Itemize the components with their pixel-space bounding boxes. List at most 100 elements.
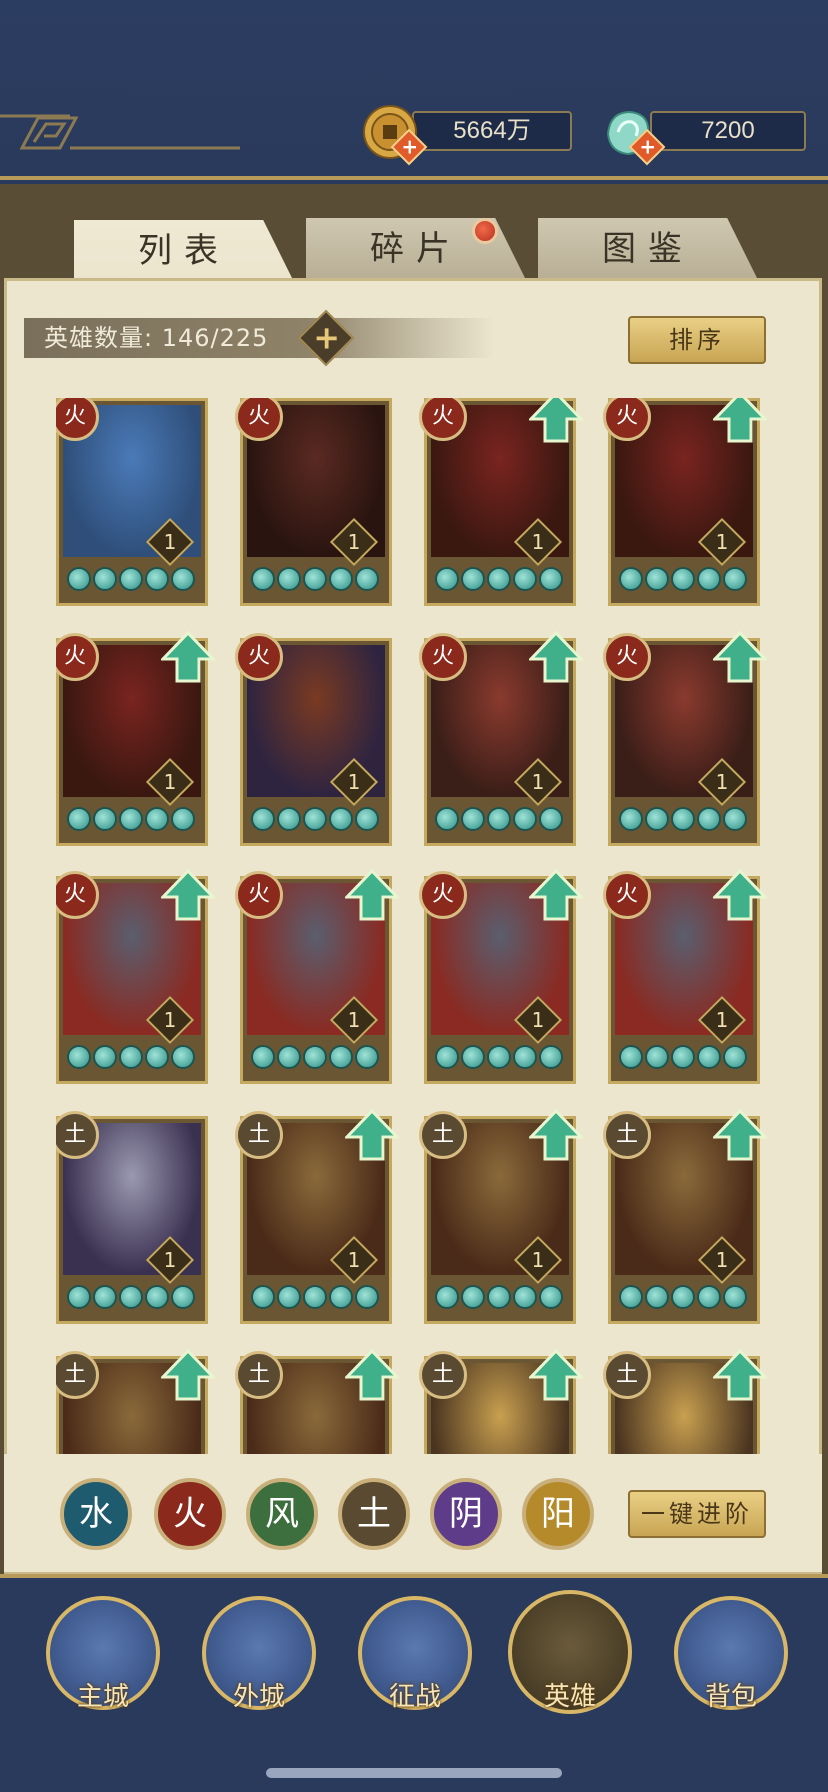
filter-wind-icon[interactable]: 风 xyxy=(246,1478,318,1550)
earth-element-icon: 土 xyxy=(419,1351,467,1399)
jade-star-icon xyxy=(723,567,747,591)
hero-card[interactable]: 1土 xyxy=(603,1108,767,1324)
star-rating xyxy=(67,807,195,837)
jade-star-icon xyxy=(303,807,327,831)
jade-star-icon xyxy=(723,807,747,831)
jade-currency: 7200 + xyxy=(600,108,806,166)
star-rating xyxy=(435,1045,563,1075)
jade-star-icon xyxy=(355,567,379,591)
star-rating xyxy=(251,807,379,837)
level-value: 1 xyxy=(715,530,729,554)
jade-star-icon xyxy=(645,567,669,591)
hero-card[interactable]: 1火 xyxy=(235,868,399,1084)
upgrade-arrow-icon xyxy=(345,868,399,921)
jade-star-icon xyxy=(251,1285,275,1309)
jade-star-icon xyxy=(329,567,353,591)
star-rating xyxy=(251,567,379,597)
jade-star-icon xyxy=(697,567,721,591)
jade-star-icon xyxy=(277,807,301,831)
upgrade-arrow-icon xyxy=(713,868,767,921)
hero-card[interactable]: 1火 xyxy=(235,633,392,846)
jade-star-icon xyxy=(303,567,327,591)
level-value: 1 xyxy=(531,530,545,554)
hero-card[interactable]: 土 xyxy=(235,1348,399,1454)
hero-card[interactable]: 1火 xyxy=(419,398,583,606)
notification-badge xyxy=(472,218,498,244)
jade-star-icon xyxy=(355,807,379,831)
filter-yang-icon[interactable]: 阳 xyxy=(522,1478,594,1550)
level-value: 1 xyxy=(347,530,361,554)
upgrade-arrow-icon xyxy=(529,630,583,683)
earth-element-icon: 土 xyxy=(235,1111,283,1159)
jade-star-icon xyxy=(119,807,143,831)
hero-card[interactable]: 1火 xyxy=(603,868,767,1084)
hero-card[interactable]: 1火 xyxy=(56,630,215,846)
star-rating xyxy=(251,1045,379,1075)
level-value: 1 xyxy=(531,770,545,794)
jade-star-icon xyxy=(671,567,695,591)
hero-card[interactable]: 1土 xyxy=(235,1108,399,1324)
star-rating xyxy=(251,1285,379,1315)
jade-star-icon xyxy=(513,1045,537,1069)
jade-star-icon xyxy=(671,1045,695,1069)
jade-star-icon xyxy=(461,807,485,831)
jade-star-icon xyxy=(513,567,537,591)
nav-label: 背包 xyxy=(704,1682,757,1712)
filter-earth-icon[interactable]: 土 xyxy=(338,1478,410,1550)
upgrade-arrow-icon xyxy=(529,1108,583,1161)
hero-card[interactable]: 1土 xyxy=(56,1111,208,1324)
jade-star-icon xyxy=(171,1045,195,1069)
tab-list[interactable]: 列表 xyxy=(74,220,294,282)
jade-star-icon xyxy=(67,807,91,831)
fire-element-icon: 火 xyxy=(419,871,467,919)
jade-star-icon xyxy=(461,1045,485,1069)
hero-card[interactable]: 1火 xyxy=(603,398,767,606)
hero-card[interactable]: 1土 xyxy=(419,1108,583,1324)
jade-star-icon xyxy=(171,807,195,831)
jade-star-icon xyxy=(171,567,195,591)
jade-star-icon xyxy=(93,1045,117,1069)
jade-star-icon xyxy=(619,807,643,831)
upgrade-arrow-icon xyxy=(713,398,767,443)
upgrade-arrow-icon xyxy=(345,1348,399,1401)
level-value: 1 xyxy=(531,1248,545,1272)
hero-card[interactable]: 1火 xyxy=(235,398,392,606)
star-rating xyxy=(619,567,747,597)
hero-card[interactable]: 土 xyxy=(603,1348,767,1454)
jade-star-icon xyxy=(329,1285,353,1309)
jade-star-icon xyxy=(671,807,695,831)
hero-card[interactable]: 1火 xyxy=(603,630,767,846)
fire-element-icon: 火 xyxy=(419,633,467,681)
hero-card[interactable]: 1火 xyxy=(56,398,208,606)
hero-card[interactable]: 土 xyxy=(419,1348,583,1454)
coin-currency: 5664万 + xyxy=(362,105,572,166)
earth-element-icon: 土 xyxy=(603,1111,651,1159)
jade-star-icon xyxy=(119,1285,143,1309)
jade-star-icon xyxy=(539,1045,563,1069)
nav-label: 主城 xyxy=(76,1682,129,1712)
fire-element-icon: 火 xyxy=(603,871,651,919)
jade-star-icon xyxy=(119,1045,143,1069)
jade-star-icon xyxy=(93,1285,117,1309)
hero-card[interactable]: 1火 xyxy=(419,868,583,1084)
one-click-advance-button[interactable]: 一键进阶 xyxy=(628,1490,766,1538)
level-value: 1 xyxy=(715,1248,729,1272)
jade-star-icon xyxy=(487,1285,511,1309)
tab-codex[interactable]: 图鉴 xyxy=(538,218,758,280)
fire-element-icon: 火 xyxy=(235,871,283,919)
sort-button[interactable]: 排序 xyxy=(628,316,766,364)
hero-card[interactable]: 1火 xyxy=(419,630,583,846)
filter-water-icon[interactable]: 水 xyxy=(60,1478,132,1550)
hero-card[interactable]: 1火 xyxy=(56,868,215,1084)
filter-fire-icon[interactable]: 火 xyxy=(154,1478,226,1550)
hero-card[interactable]: 土 xyxy=(56,1348,215,1454)
upgrade-arrow-icon xyxy=(713,1108,767,1161)
jade-star-icon xyxy=(619,1285,643,1309)
jade-star-icon xyxy=(277,1045,301,1069)
jade-star-icon xyxy=(355,1045,379,1069)
star-rating xyxy=(67,1045,195,1075)
filter-yin-icon[interactable]: 阴 xyxy=(430,1478,502,1550)
jade-star-icon xyxy=(619,567,643,591)
upgrade-arrow-icon xyxy=(529,1348,583,1401)
jade-star-icon xyxy=(119,567,143,591)
